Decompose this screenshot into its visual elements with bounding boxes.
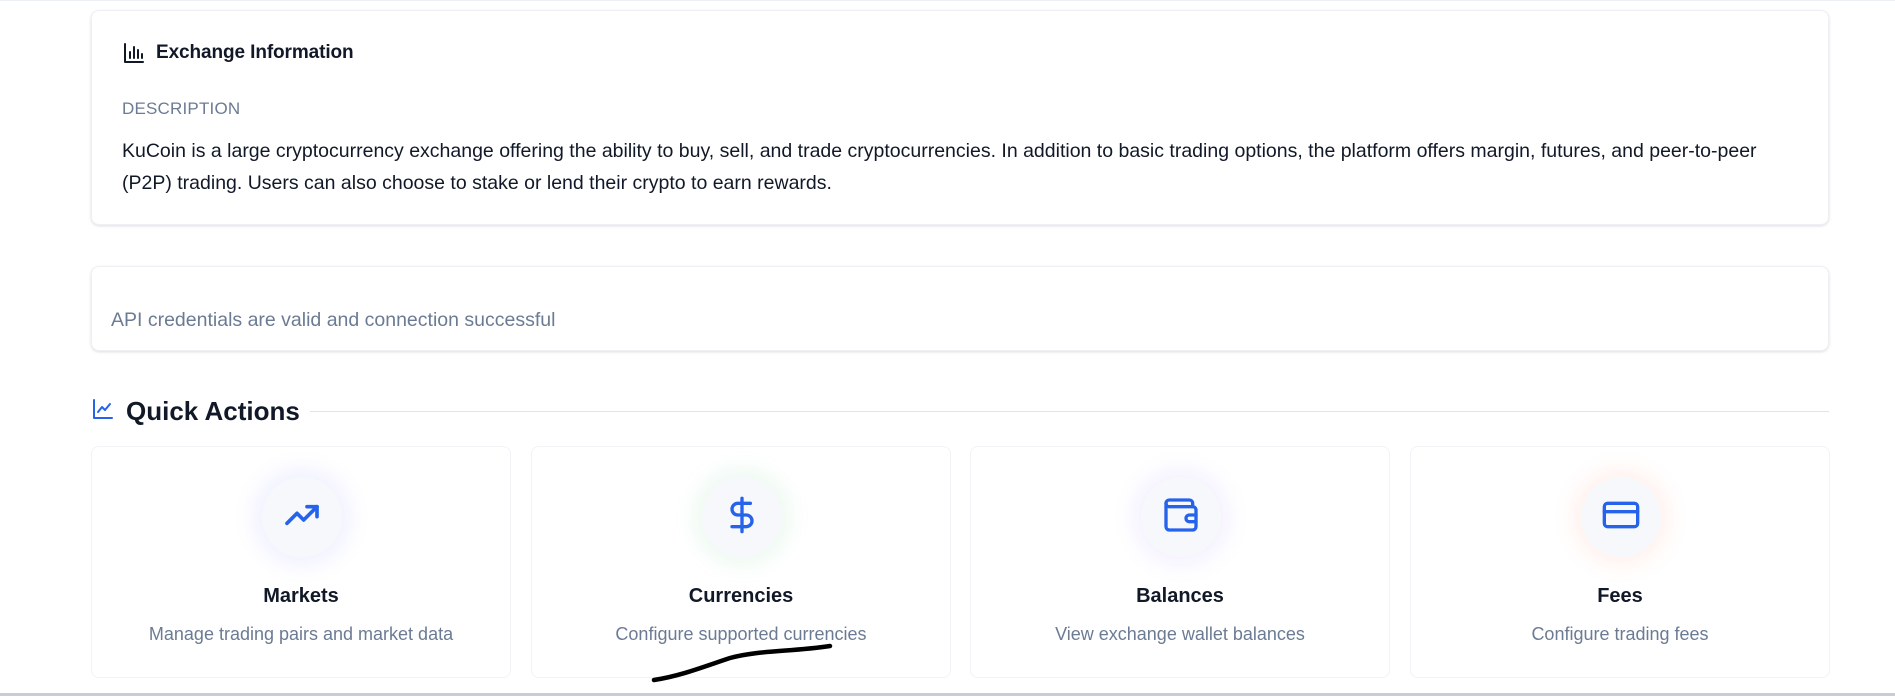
exchange-info-header: Exchange Information <box>122 41 354 65</box>
balances-description: View exchange wallet balances <box>1055 624 1305 644</box>
quick-actions-header: Quick Actions <box>91 391 1829 431</box>
quick-actions-title: Quick Actions <box>126 395 300 426</box>
connection-status-message: API credentials are valid and connection… <box>111 309 556 331</box>
currencies-description: Configure supported currencies <box>615 624 867 644</box>
top-divider <box>0 0 1895 1</box>
description-label: DESCRIPTION <box>122 99 241 118</box>
bar-chart-icon <box>122 41 146 65</box>
quick-actions-divider <box>309 410 1829 412</box>
credit-card-icon <box>1601 495 1641 540</box>
markets-action-card[interactable]: Markets Manage trading pairs and market … <box>91 446 511 678</box>
description-text: KuCoin is a large cryptocurrency exchang… <box>122 140 1757 194</box>
currencies-title: Currencies <box>688 585 794 607</box>
connection-status-card: API credentials are valid and connection… <box>91 266 1829 351</box>
trending-up-icon <box>282 495 322 540</box>
markets-description: Manage trading pairs and market data <box>148 624 454 644</box>
currencies-icon-badge <box>702 477 782 557</box>
fees-description: Configure trading fees <box>1531 624 1709 644</box>
fees-icon-badge <box>1581 477 1661 557</box>
exchange-info-card: Exchange Information DESCRIPTION KuCoin … <box>91 10 1829 225</box>
balances-icon-badge <box>1141 477 1221 557</box>
dollar-sign-icon <box>722 495 762 540</box>
page: Exchange Information DESCRIPTION KuCoin … <box>0 0 1895 696</box>
line-chart-icon <box>91 397 115 426</box>
balances-title: Balances <box>1136 585 1224 607</box>
fees-action-card[interactable]: Fees Configure trading fees <box>1410 446 1830 678</box>
exchange-info-title: Exchange Information <box>156 42 354 63</box>
fees-title: Fees <box>1597 585 1643 607</box>
balances-action-card[interactable]: Balances View exchange wallet balances <box>970 446 1390 678</box>
wallet-icon <box>1161 495 1201 540</box>
markets-title: Markets <box>263 585 339 607</box>
markets-icon-badge <box>262 477 342 557</box>
currencies-action-card[interactable]: Currencies Configure supported currencie… <box>531 446 951 678</box>
